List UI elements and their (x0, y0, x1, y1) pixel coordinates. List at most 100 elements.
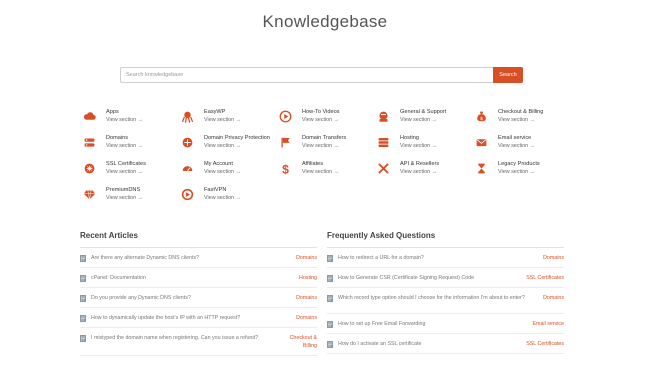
recent-articles-heading: Recent Articles (80, 231, 317, 248)
view-section-link[interactable]: View section → (400, 168, 439, 176)
category-premiumdns[interactable]: PremiumDNS View section → (82, 186, 180, 212)
category-name: Legacy Products (498, 161, 540, 167)
article-title[interactable]: Are there any alternate Dynamic DNS clie… (91, 254, 296, 262)
category-name: FastVPN (204, 187, 227, 193)
category-easywp[interactable]: EasyWP View section → (180, 108, 278, 134)
faq-category[interactable]: SSL Certificates (526, 274, 564, 282)
article-row[interactable]: I mistyped the domain name when register… (80, 328, 317, 356)
article-title[interactable]: How to dynamically update the host's IP … (91, 314, 296, 322)
category-name: Email service (498, 135, 532, 141)
category-email-service[interactable]: Email service View section → (474, 134, 572, 160)
view-section-link[interactable]: View section → (400, 116, 446, 124)
vpn-icon (180, 187, 194, 201)
category-how-to-videos[interactable]: How-To Videos View section → (278, 108, 376, 134)
view-section-link[interactable]: View section → (302, 116, 340, 124)
dollar-icon: $ (278, 161, 292, 175)
category-affiliates[interactable]: $ Affiliates View section → (278, 160, 376, 186)
view-section-link[interactable]: View section → (106, 116, 143, 124)
faq-title[interactable]: Which record type option should I choose… (338, 294, 543, 302)
category-fastvpn[interactable]: FastVPN View section → (180, 186, 278, 212)
view-section-link[interactable]: View section → (302, 142, 346, 150)
category-name: General & Support (400, 109, 447, 115)
view-section-link[interactable]: View section → (302, 168, 339, 176)
document-icon (80, 255, 86, 262)
category-apps[interactable]: Apps View section → (82, 108, 180, 134)
category-domain-transfers[interactable]: Domain Transfers View section → (278, 134, 376, 160)
view-section-link[interactable]: View section → (400, 142, 437, 150)
category-checkout-billing[interactable]: $ Checkout & Billing View section → (474, 108, 572, 134)
cloud-icon (82, 109, 96, 123)
category-name: Apps (106, 109, 119, 115)
category-name: PremiumDNS (106, 187, 141, 193)
article-category[interactable]: Checkout & Billing (285, 334, 317, 350)
search-input[interactable] (120, 67, 493, 83)
play-icon (278, 109, 292, 123)
category-name: Hosting (400, 135, 419, 141)
category-api-resellers[interactable]: API & Resellers View section → (376, 160, 474, 186)
article-row[interactable]: How to dynamically update the host's IP … (80, 308, 317, 328)
view-section-link[interactable]: View section → (498, 168, 540, 176)
faq-row[interactable]: How do I activate an SSL certificate SSL… (327, 334, 564, 354)
octopus-icon (180, 109, 194, 123)
view-section-link[interactable]: View section → (106, 168, 146, 176)
faq-row[interactable]: Which record type option should I choose… (327, 288, 564, 314)
view-section-link[interactable]: View section → (498, 116, 543, 124)
category-domain-privacy[interactable]: Domain Privacy Protection View section → (180, 134, 278, 160)
article-title[interactable]: Do you provide any Dynamic DNS clients? (91, 294, 296, 302)
faq-category[interactable]: Domains (543, 294, 564, 302)
category-legacy-products[interactable]: Legacy Products View section → (474, 160, 572, 186)
view-section-link[interactable]: View section → (204, 168, 241, 176)
faq-title[interactable]: How to set up Free Email Forwarding (338, 320, 533, 328)
faq-row[interactable]: How to set up Free Email Forwarding Emai… (327, 314, 564, 334)
category-general-support[interactable]: General & Support View section → (376, 108, 474, 134)
support-icon (376, 109, 390, 123)
category-domains[interactable]: Domains View section → (82, 134, 180, 160)
document-icon (327, 275, 333, 282)
category-name: Checkout & Billing (498, 109, 544, 115)
recent-articles-section: Recent Articles Are there any alternate … (80, 231, 317, 356)
faq-title[interactable]: How to Generate CSR (Certificate Signing… (338, 274, 526, 282)
faq-category[interactable]: Domains (543, 254, 564, 262)
category-name: EasyWP (204, 109, 226, 115)
view-section-link[interactable]: View section → (498, 142, 535, 150)
page-title: Knowledgebase (262, 12, 388, 31)
envelope-icon (474, 135, 488, 149)
category-name: SSL Certificates (106, 161, 146, 167)
article-category[interactable]: Domains (296, 314, 317, 322)
category-ssl-certificates[interactable]: SSL Certificates View section → (82, 160, 180, 186)
article-title[interactable]: cPanel: Documentation (91, 274, 299, 282)
article-row[interactable]: Are there any alternate Dynamic DNS clie… (80, 248, 317, 268)
view-section-link[interactable]: View section → (204, 116, 241, 124)
category-name: Domains (106, 135, 129, 141)
faq-title[interactable]: How to redirect a URL for a domain? (338, 254, 543, 262)
article-title[interactable]: I mistyped the domain name when register… (91, 334, 285, 342)
faq-title[interactable]: How do I activate an SSL certificate (338, 340, 526, 348)
view-section-link[interactable]: View section → (106, 194, 143, 202)
faq-category[interactable]: SSL Certificates (526, 340, 564, 348)
document-icon (80, 315, 86, 322)
article-category[interactable]: Domains (296, 294, 317, 302)
hosting-icon (376, 135, 390, 149)
faq-row[interactable]: How to Generate CSR (Certificate Signing… (327, 268, 564, 288)
ssl-icon (82, 161, 96, 175)
article-row[interactable]: Do you provide any Dynamic DNS clients? … (80, 288, 317, 308)
svg-text:$: $ (282, 162, 289, 175)
diamond-icon (82, 187, 96, 201)
svg-text:$: $ (480, 116, 483, 122)
document-icon (327, 255, 333, 262)
article-category[interactable]: Domains (296, 254, 317, 262)
search-button[interactable]: Search (493, 67, 523, 83)
money-bag-icon: $ (474, 109, 488, 123)
document-icon (327, 295, 333, 302)
faq-row[interactable]: How to redirect a URL for a domain? Doma… (327, 248, 564, 268)
view-section-link[interactable]: View section → (204, 142, 270, 150)
view-section-link[interactable]: View section → (204, 194, 241, 202)
hourglass-icon (474, 161, 488, 175)
category-hosting[interactable]: Hosting View section → (376, 134, 474, 160)
faq-category[interactable]: Email service (533, 320, 565, 328)
category-my-account[interactable]: My Account View section → (180, 160, 278, 186)
article-row[interactable]: cPanel: Documentation Hosting (80, 268, 317, 288)
view-section-link[interactable]: View section → (106, 142, 143, 150)
category-name: How-To Videos (302, 109, 340, 115)
article-category[interactable]: Hosting (299, 274, 317, 282)
